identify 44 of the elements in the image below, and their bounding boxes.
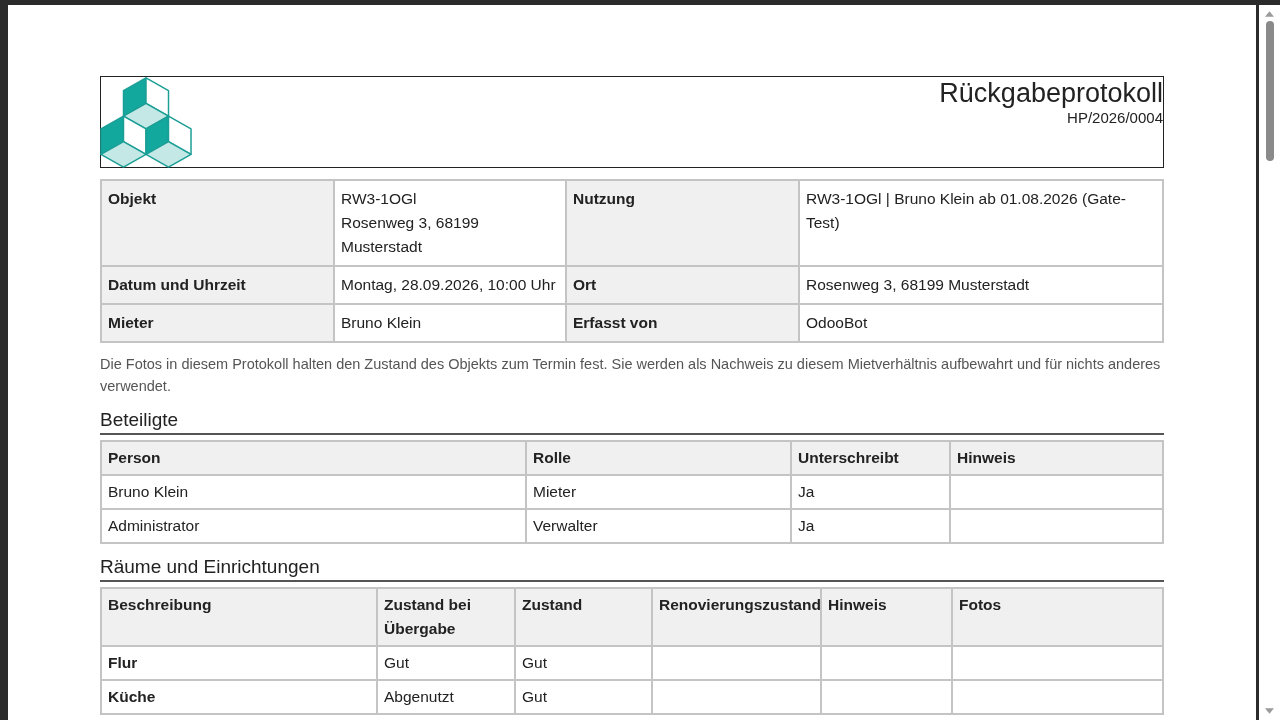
column-header: Zustand bbox=[515, 588, 652, 646]
cubes-logo-icon bbox=[100, 76, 192, 168]
column-header: Person bbox=[101, 441, 526, 475]
table-cell: Flur bbox=[101, 646, 377, 680]
report-number: HP/2026/0004 bbox=[1066, 108, 1163, 128]
table-cell: Küche bbox=[101, 680, 377, 714]
column-header: Rolle bbox=[526, 441, 791, 475]
field-value: OdooBot bbox=[799, 304, 1163, 342]
field-value: Rosenweg 3, 68199 Musterstadt bbox=[799, 266, 1163, 304]
scrollbar[interactable] bbox=[1256, 5, 1280, 720]
scroll-up-icon[interactable] bbox=[1265, 11, 1274, 17]
scrollbar-thumb[interactable] bbox=[1265, 21, 1274, 161]
field-value: Montag, 28.09.2026, 10:00 Uhr bbox=[334, 266, 566, 304]
table-cell: Ja bbox=[791, 475, 950, 509]
field-value: RW3-1OGl Rosenweg 3, 68199 Musterstadt bbox=[334, 180, 566, 266]
table-cell: Verwalter bbox=[526, 509, 791, 543]
table-cell: Administrator bbox=[101, 509, 526, 543]
column-header: Fotos bbox=[952, 588, 1163, 646]
table-cell: Gut bbox=[515, 646, 652, 680]
column-header: Renovierungszustand bbox=[652, 588, 821, 646]
section-heading: Beteiligte bbox=[100, 409, 1164, 435]
table-cell: Mieter bbox=[526, 475, 791, 509]
table-cell: Gut bbox=[515, 680, 652, 714]
column-header: Beschreibung bbox=[101, 588, 377, 646]
section-heading: Räume und Einrichtungen bbox=[100, 556, 1164, 582]
table-cell: Ja bbox=[791, 509, 950, 543]
column-header: Hinweis bbox=[950, 441, 1163, 475]
field-label: Mieter bbox=[101, 304, 334, 342]
column-header: Hinweis bbox=[821, 588, 952, 646]
field-label: Ort bbox=[566, 266, 799, 304]
column-header: Unterschreibt bbox=[791, 441, 950, 475]
field-value: Bruno Klein bbox=[334, 304, 566, 342]
field-label: Datum und Uhrzeit bbox=[101, 266, 334, 304]
field-label: Erfasst von bbox=[566, 304, 799, 342]
table-cell: Gut bbox=[377, 646, 515, 680]
column-header: Zustand bei Übergabe bbox=[377, 588, 515, 646]
table-cell: Abgenutzt bbox=[377, 680, 515, 714]
field-value: RW3-1OGl | Bruno Klein ab 01.08.2026 (Gate-Test) bbox=[799, 180, 1163, 266]
report-title: Rückgabeprotokoll bbox=[939, 78, 1163, 108]
scroll-down-icon[interactable] bbox=[1265, 708, 1274, 714]
photo-note: Die Fotos in diesem Protokoll halten den Zustand des Objekts zum Termin fest. Sie werden als Nachweis zu diesem Mietverhältnis aufbewahrt und für nichts anderes verwendet. bbox=[100, 355, 1162, 396]
field-label: Nutzung bbox=[566, 180, 799, 266]
field-label: Objekt bbox=[101, 180, 334, 266]
table-cell: Bruno Klein bbox=[101, 475, 526, 509]
